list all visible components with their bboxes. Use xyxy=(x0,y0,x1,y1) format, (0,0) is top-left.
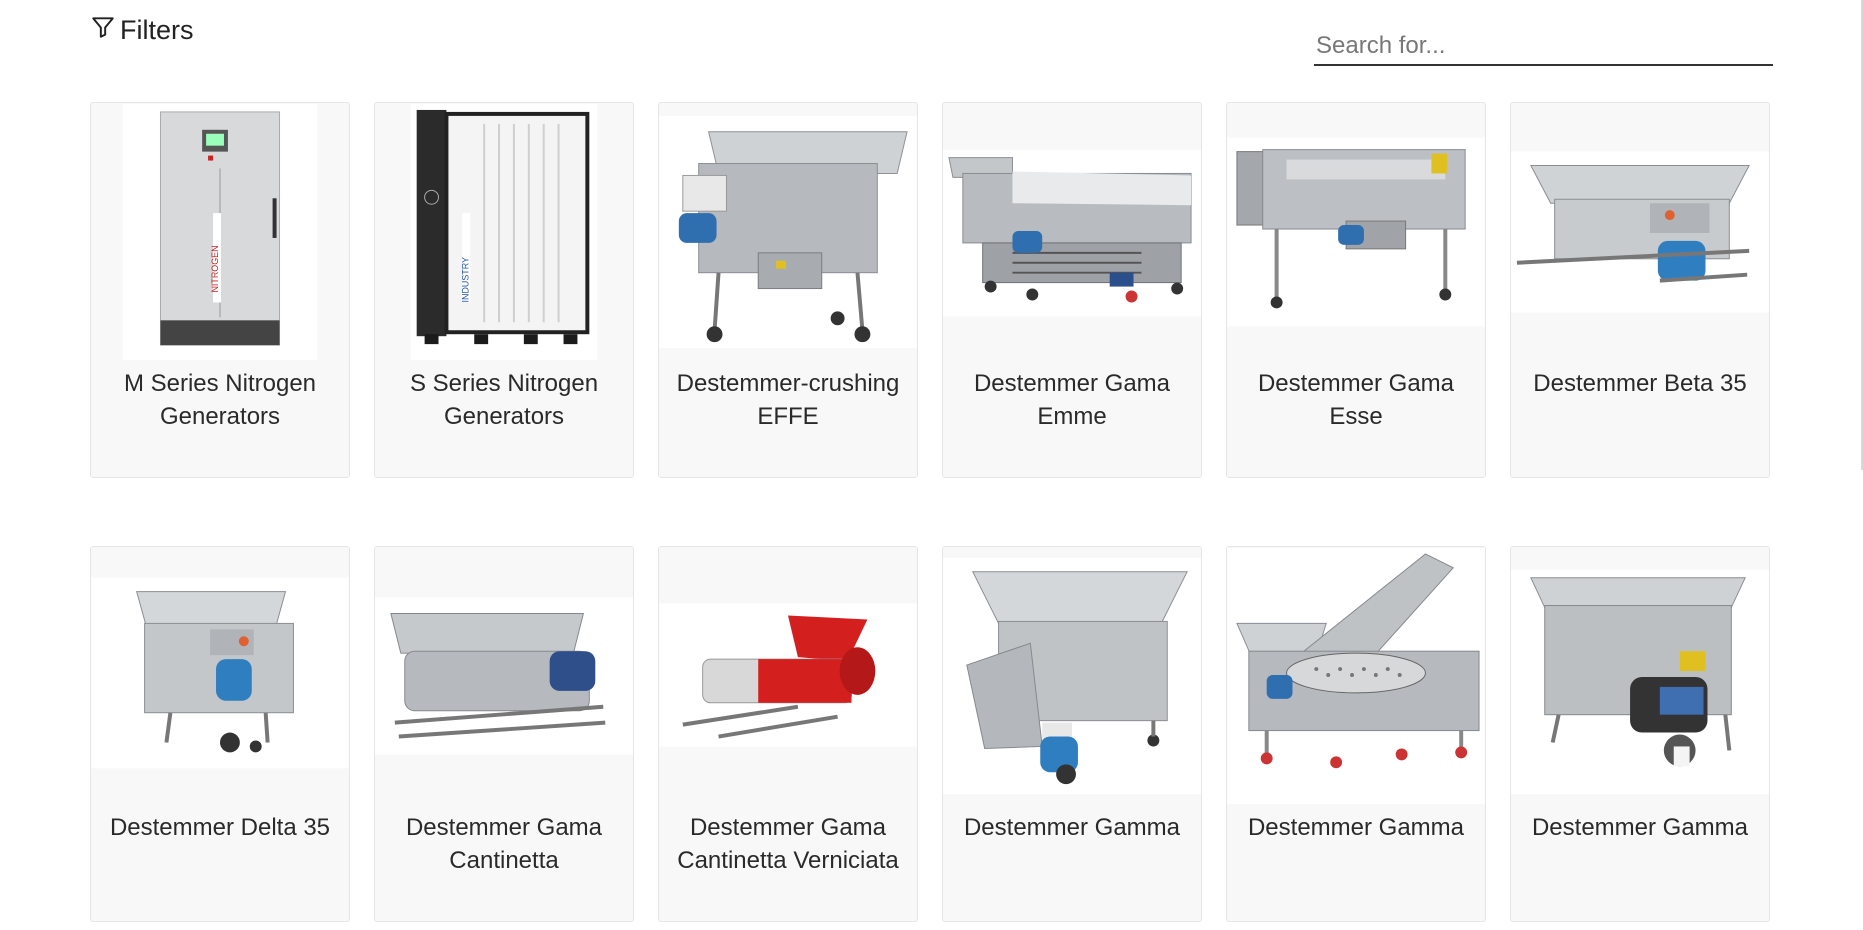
product-name: S Series Nitrogen Generators xyxy=(409,370,599,430)
product-card[interactable]: Destemmer Gama Cantinetta xyxy=(374,546,634,922)
destemmer-gamma-hopper-image xyxy=(1511,547,1769,805)
destemmer-effe-image xyxy=(659,103,917,361)
product-name: Destemmer Gama Cantinetta Verniciata xyxy=(677,814,899,874)
nitrogen-generator-cabinet-image: NITROGEN xyxy=(91,103,349,361)
filters-toggle[interactable]: Filters xyxy=(90,14,194,47)
filters-label: Filters xyxy=(120,15,194,45)
product-card[interactable]: Destemmer Beta 35 xyxy=(1510,102,1770,478)
svg-text:NITROGEN: NITROGEN xyxy=(210,245,220,292)
destemmer-gama-esse-image xyxy=(1227,103,1485,361)
destemmer-gama-cantinetta-verniciata-image xyxy=(659,547,917,805)
destemmer-gama-cantinetta-image xyxy=(375,547,633,805)
product-name: Destemmer Gamma xyxy=(1531,814,1749,841)
product-card[interactable]: Destemmer Gamma xyxy=(1510,546,1770,922)
product-name: Destemmer Gamma xyxy=(963,814,1181,841)
product-card[interactable]: Destemmer Gama Esse xyxy=(1226,102,1486,478)
product-card[interactable]: Destemmer Gamma xyxy=(1226,546,1486,922)
product-card[interactable]: NITROGEN M Series Nitrogen Generators xyxy=(90,102,350,478)
destemmer-delta-35-image xyxy=(91,547,349,805)
filter-icon xyxy=(90,14,116,47)
destemmer-beta-35-image xyxy=(1511,103,1769,361)
search-input[interactable] xyxy=(1314,28,1773,66)
product-card[interactable]: Destemmer-crushing EFFE xyxy=(658,102,918,478)
destemmer-gama-emme-image xyxy=(943,103,1201,361)
product-name: Destemmer Delta 35 xyxy=(109,814,331,841)
product-card[interactable]: Destemmer Gama Cantinetta Verniciata xyxy=(658,546,918,922)
product-name: Destemmer Gama Emme xyxy=(973,370,1171,430)
product-card[interactable]: Destemmer Gama Emme xyxy=(942,102,1202,478)
product-name: M Series Nitrogen Generators xyxy=(123,370,317,430)
product-name: Destemmer-crushing EFFE xyxy=(676,370,900,430)
product-name: Destemmer Gama Cantinetta xyxy=(405,814,603,874)
destemmer-gamma-drum-image xyxy=(1227,547,1485,805)
svg-text:INDUSTRY: INDUSTRY xyxy=(460,257,470,302)
product-name: Destemmer Gamma xyxy=(1247,814,1465,841)
product-name: Destemmer Beta 35 xyxy=(1533,370,1747,397)
product-card[interactable]: INDUSTRY S Series Nitrogen Generators xyxy=(374,102,634,478)
product-grid: NITROGEN M Series Nitrogen Generators IN… xyxy=(90,102,1770,922)
product-card[interactable]: Destemmer Gamma xyxy=(942,546,1202,922)
product-name: Destemmer Gama Esse xyxy=(1257,370,1455,430)
nitrogen-generator-rack-image: INDUSTRY xyxy=(375,103,633,361)
product-card[interactable]: Destemmer Delta 35 xyxy=(90,546,350,922)
destemmer-gamma-image xyxy=(943,547,1201,805)
